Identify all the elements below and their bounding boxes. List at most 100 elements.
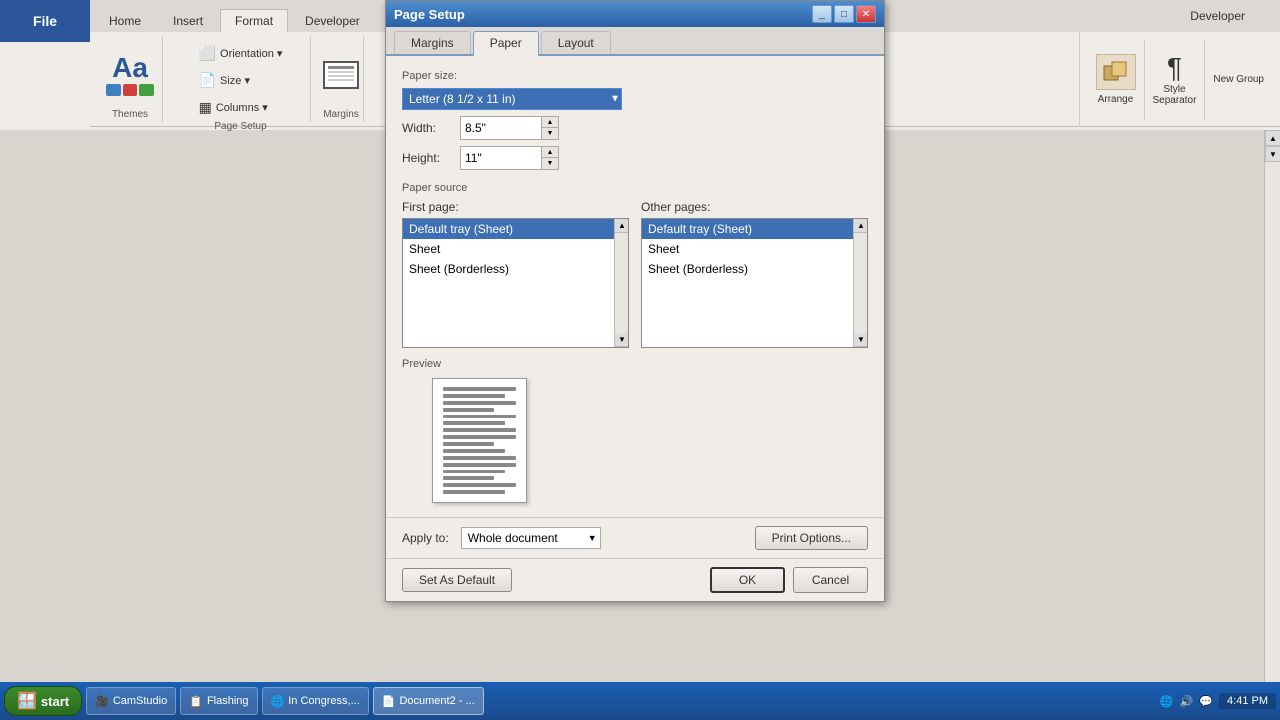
width-down-button[interactable]: ▼ bbox=[542, 128, 558, 139]
tab-margins[interactable]: Margins bbox=[394, 31, 471, 54]
arrange-label: Arrange bbox=[1098, 94, 1134, 105]
dialog-title: Page Setup bbox=[394, 7, 465, 22]
divider2 bbox=[1204, 40, 1205, 120]
taskbar-flashing[interactable]: 📋 Flashing bbox=[180, 687, 257, 715]
first-page-group: First page: Default tray (Sheet) Sheet S… bbox=[402, 200, 629, 348]
set-as-default-button[interactable]: Set As Default bbox=[402, 568, 512, 592]
taskbar-right: 🌐 🔊 💬 4:41 PM bbox=[1160, 693, 1276, 709]
width-up-button[interactable]: ▲ bbox=[542, 117, 558, 128]
right-buttons: OK Cancel bbox=[710, 567, 868, 593]
tab-format[interactable]: Format bbox=[220, 9, 288, 33]
camstudio-icon: 🎥 bbox=[95, 695, 109, 708]
apply-to-label: Apply to: bbox=[402, 531, 449, 545]
preview-line-13 bbox=[443, 470, 505, 474]
tab-paper[interactable]: Paper bbox=[473, 31, 539, 56]
network-icon: 🌐 bbox=[1160, 695, 1174, 708]
style-sep-group[interactable]: ¶ Style Separator bbox=[1153, 54, 1197, 106]
taskbar-camstudio[interactable]: 🎥 CamStudio bbox=[86, 687, 176, 715]
orientation-button[interactable]: ⬜ Orientation ▾ bbox=[192, 42, 290, 65]
other-pages-list-inner: Default tray (Sheet) Sheet Sheet (Border… bbox=[642, 219, 867, 347]
width-label: Width: bbox=[402, 121, 452, 135]
taskbar-congress[interactable]: 🌐 In Congress,... bbox=[262, 687, 369, 715]
developer-ribbon-area: Arrange ¶ Style Separator New Group bbox=[1079, 32, 1280, 127]
start-button[interactable]: 🪟 start bbox=[4, 686, 82, 716]
list-item-sheet-first[interactable]: Sheet bbox=[403, 239, 628, 259]
dialog-titlebar: Page Setup _ □ ✕ bbox=[386, 1, 884, 27]
scroll-down-button[interactable]: ▼ bbox=[1265, 146, 1280, 162]
columns-icon: ▦ bbox=[199, 99, 212, 116]
taskbar-clock[interactable]: 4:41 PM bbox=[1219, 693, 1276, 709]
columns-button[interactable]: ▦ Columns ▾ bbox=[192, 96, 275, 119]
width-input[interactable] bbox=[461, 119, 541, 137]
new-group-btn[interactable]: New Group bbox=[1213, 74, 1264, 85]
list-item-sheet-other[interactable]: Sheet bbox=[642, 239, 867, 259]
volume-icon: 🔊 bbox=[1180, 695, 1194, 708]
arrange-button[interactable]: Arrange bbox=[1096, 54, 1136, 105]
maximize-button[interactable]: □ bbox=[834, 5, 854, 23]
preview-line-2 bbox=[443, 394, 505, 398]
paper-size-label: Paper size: bbox=[402, 70, 868, 82]
list-item-borderless-other[interactable]: Sheet (Borderless) bbox=[642, 259, 867, 279]
paper-size-select[interactable]: Letter (8 1/2 x 11 in) Legal (8 1/2 x 14… bbox=[402, 88, 622, 110]
tab-home[interactable]: Home bbox=[94, 9, 156, 32]
preview-line-7 bbox=[443, 428, 516, 432]
preview-line-10 bbox=[443, 449, 505, 453]
first-page-scroll-up[interactable]: ▲ bbox=[615, 219, 629, 233]
tab-layout[interactable]: Layout bbox=[541, 31, 611, 54]
margins-group[interactable]: Margins bbox=[319, 36, 364, 122]
page-setup-group-label: Page Setup bbox=[214, 119, 266, 132]
apply-to-container: Whole document This point forward ▼ bbox=[461, 527, 601, 549]
other-pages-scroll-down[interactable]: ▼ bbox=[854, 333, 868, 347]
arrange-icon bbox=[1096, 54, 1136, 90]
preview-line-3 bbox=[443, 401, 516, 405]
dialog-bottom: Apply to: Whole document This point forw… bbox=[386, 517, 884, 558]
taskbar-document2[interactable]: 📄 Document2 - ... bbox=[373, 687, 484, 715]
source-row: First page: Default tray (Sheet) Sheet S… bbox=[402, 200, 868, 348]
first-page-scroll-down[interactable]: ▼ bbox=[615, 333, 629, 347]
list-item-borderless-first[interactable]: Sheet (Borderless) bbox=[403, 259, 628, 279]
themes-group-label: Themes bbox=[112, 107, 148, 120]
page-setup-dialog: Page Setup _ □ ✕ Margins Paper Layout Pa… bbox=[385, 0, 885, 602]
taskbar: 🪟 start 🎥 CamStudio 📋 Flashing 🌐 In Cong… bbox=[0, 682, 1280, 720]
preview-line-11 bbox=[443, 456, 516, 460]
ok-button[interactable]: OK bbox=[710, 567, 785, 593]
orientation-label: Orientation ▾ bbox=[220, 47, 282, 60]
height-up-button[interactable]: ▲ bbox=[542, 147, 558, 158]
size-button[interactable]: 📄 Size ▾ bbox=[192, 69, 257, 92]
print-options-button[interactable]: Print Options... bbox=[755, 526, 868, 550]
close-button[interactable]: ✕ bbox=[856, 5, 876, 23]
list-item-default-first[interactable]: Default tray (Sheet) bbox=[403, 219, 628, 239]
list-item-default-other[interactable]: Default tray (Sheet) bbox=[642, 219, 867, 239]
height-input[interactable] bbox=[461, 149, 541, 167]
file-tab[interactable]: File bbox=[0, 0, 90, 42]
preview-line-16 bbox=[443, 490, 505, 494]
other-pages-scrollbar: ▲ ▼ bbox=[853, 219, 867, 347]
other-pages-scroll-up[interactable]: ▲ bbox=[854, 219, 868, 233]
minimize-button[interactable]: _ bbox=[812, 5, 832, 23]
columns-label: Columns ▾ bbox=[216, 101, 268, 114]
preview-line-1 bbox=[443, 387, 516, 391]
developer-tab-label[interactable]: Developer bbox=[1175, 4, 1260, 28]
scroll-up-button[interactable]: ▲ bbox=[1265, 130, 1280, 146]
preview-line-15 bbox=[443, 483, 516, 487]
page-setup-group: ⬜ Orientation ▾ 📄 Size ▾ ▦ Columns ▾ Pag… bbox=[171, 36, 311, 122]
other-pages-group: Other pages: Default tray (Sheet) Sheet … bbox=[641, 200, 868, 348]
flashing-label: Flashing bbox=[207, 695, 249, 707]
new-group-label: New Group bbox=[1213, 74, 1264, 85]
width-row: Width: ▲ ▼ bbox=[402, 116, 868, 140]
themes-group: Aa Themes bbox=[98, 36, 163, 122]
dialog-body: Paper size: Letter (8 1/2 x 11 in) Legal… bbox=[386, 56, 884, 517]
height-down-button[interactable]: ▼ bbox=[542, 158, 558, 169]
apply-to-select[interactable]: Whole document This point forward bbox=[461, 527, 601, 549]
cancel-button[interactable]: Cancel bbox=[793, 567, 868, 593]
tab-developer[interactable]: Developer bbox=[290, 9, 375, 32]
orientation-icon: ⬜ bbox=[199, 45, 216, 62]
height-spin: ▲ ▼ bbox=[541, 147, 558, 169]
size-label: Size ▾ bbox=[220, 74, 250, 87]
vertical-scrollbar[interactable]: ▲ ▼ bbox=[1264, 130, 1280, 682]
preview-line-9 bbox=[443, 442, 494, 446]
height-input-container: ▲ ▼ bbox=[460, 146, 559, 170]
tab-insert[interactable]: Insert bbox=[158, 9, 218, 32]
first-page-scroll-track bbox=[615, 233, 628, 333]
congress-label: In Congress,... bbox=[288, 695, 360, 707]
